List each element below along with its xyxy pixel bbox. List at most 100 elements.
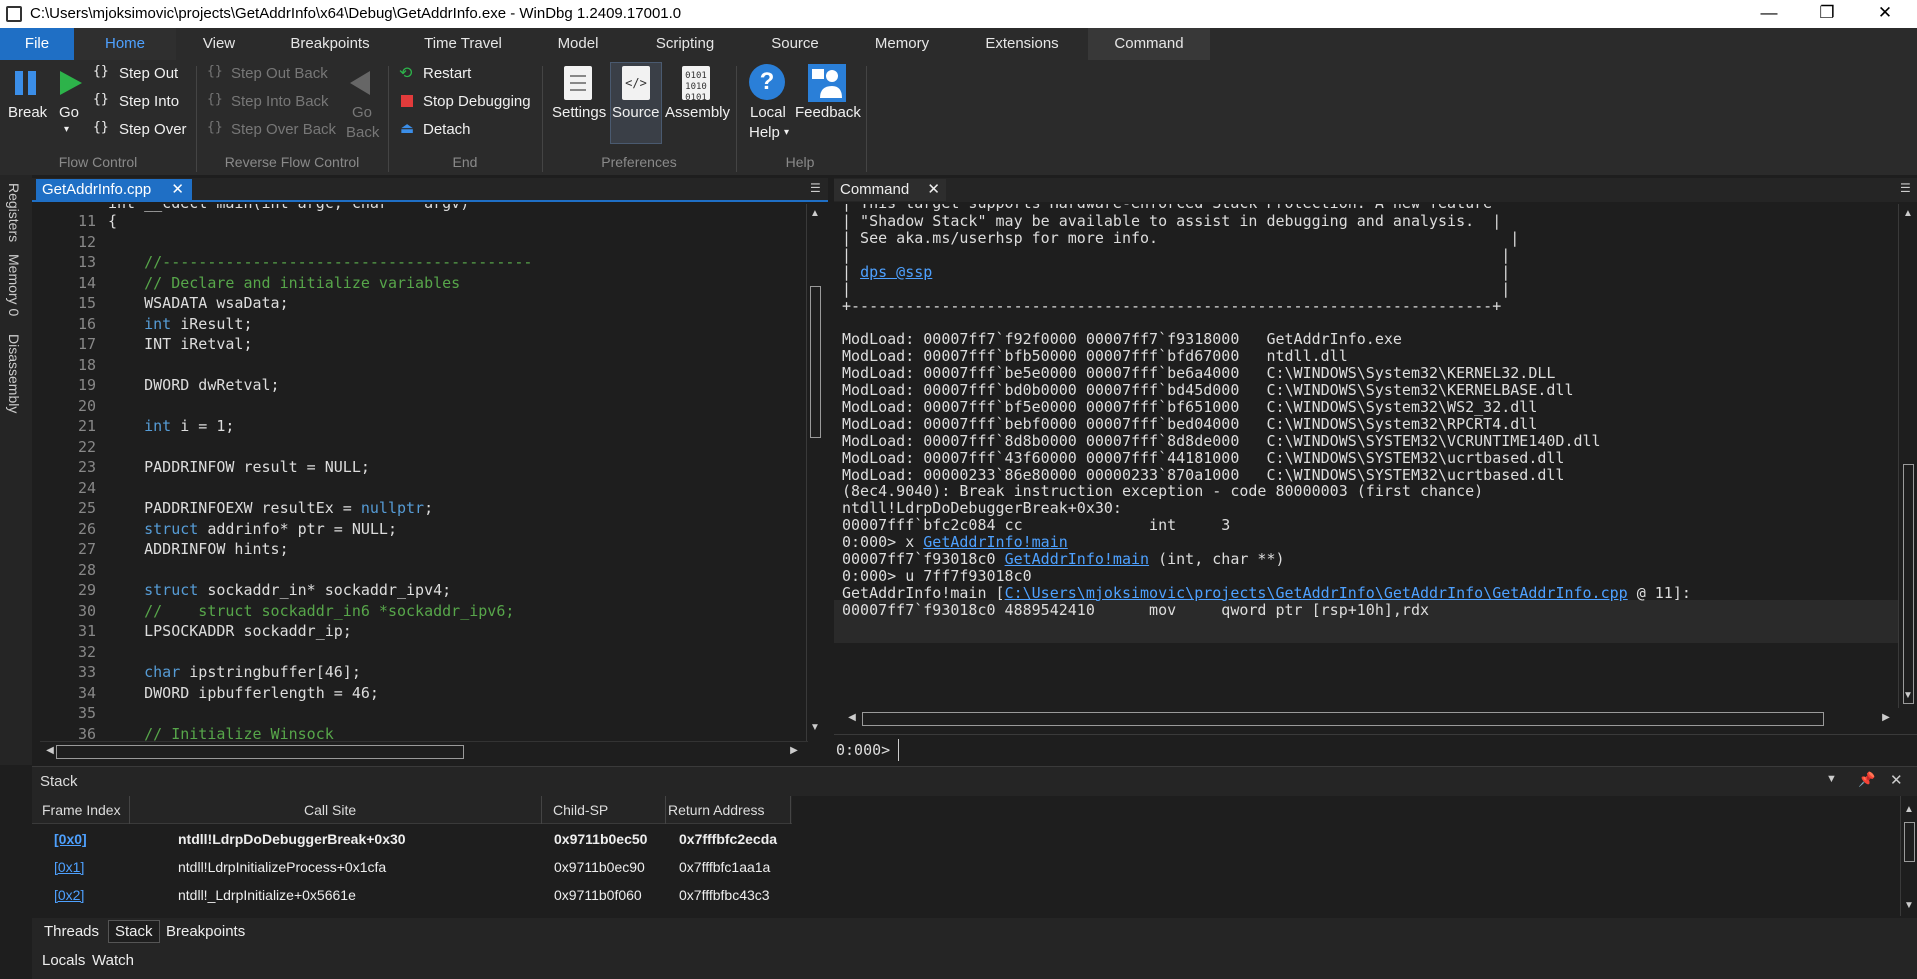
tab-time-travel[interactable]: Time Travel (398, 28, 528, 60)
line-number: 33 (77, 663, 96, 681)
assembly-icon: 0101 1010 0101 (682, 66, 710, 103)
col-call-site[interactable]: Call Site (304, 802, 356, 818)
step-into-back-button[interactable]: Step Into Back (231, 93, 329, 110)
panel-menu-icon[interactable]: ☰ (810, 181, 821, 195)
scroll-thumb[interactable] (1904, 822, 1915, 862)
tab-threads[interactable]: Threads (44, 923, 99, 940)
tab-extensions[interactable]: Extensions (956, 28, 1088, 60)
hscroll-thumb[interactable] (862, 712, 1824, 726)
go-dropdown-icon[interactable]: ▾ (64, 124, 69, 135)
tab-home[interactable]: Home (74, 28, 176, 60)
frame-index-link[interactable]: [0x0] (54, 831, 87, 847)
col-return-address[interactable]: Return Address (668, 802, 765, 818)
local-help-label-2[interactable]: Help (749, 124, 780, 141)
scroll-thumb[interactable] (810, 286, 821, 438)
col-frame-index[interactable]: Frame Index (42, 802, 121, 818)
scroll-right-icon[interactable]: ▶ (786, 745, 802, 756)
break-button[interactable] (12, 68, 40, 98)
settings-button[interactable]: Settings (552, 104, 606, 121)
eject-icon: ⏏ (400, 120, 415, 137)
source-hscroll[interactable]: ◀ ▶ (40, 741, 808, 761)
command-output-line: ModLoad: 00007fff`bfb50000 00007fff`bfd6… (842, 347, 1348, 366)
command-link[interactable]: GetAddrInfo!main (1005, 550, 1150, 568)
command-output[interactable]: | This target supports Hardware-enforced… (834, 204, 1898, 708)
step-out-button[interactable]: Step Out (119, 65, 178, 82)
line-number: 35 (77, 704, 96, 722)
tab-view[interactable]: View (176, 28, 262, 60)
side-tab-disassembly[interactable]: Disassembly (6, 334, 22, 413)
command-input[interactable] (898, 739, 1910, 761)
keyword: nullptr (360, 499, 425, 517)
close-icon[interactable]: ✕ (1890, 771, 1903, 789)
tab-watch[interactable]: Watch (92, 952, 134, 969)
close-icon[interactable]: ✕ (171, 179, 184, 201)
command-tab[interactable]: Command ✕ (834, 179, 946, 201)
command-vscroll[interactable]: ▲ ▼ (1898, 204, 1917, 708)
tab-breakpoints-panel[interactable]: Breakpoints (166, 923, 245, 940)
tab-memory[interactable]: Memory (848, 28, 956, 60)
tab-source[interactable]: Source (742, 28, 848, 60)
scroll-up-icon[interactable]: ▲ (807, 208, 823, 219)
close-icon[interactable]: ✕ (927, 179, 940, 201)
pin-icon[interactable]: 📌 (1858, 771, 1875, 788)
line-number: 19 (77, 376, 96, 394)
scroll-up-icon[interactable]: ▲ (1900, 208, 1916, 219)
side-tab-registers[interactable]: Registers (6, 183, 22, 242)
step-into-icon: {} (93, 92, 109, 107)
maximize-button[interactable]: ❐ (1804, 0, 1850, 28)
assembly-button[interactable]: Assembly (665, 104, 730, 121)
scroll-down-icon[interactable]: ▼ (1901, 900, 1917, 911)
tab-command[interactable]: Command (1088, 28, 1210, 60)
source-vscroll[interactable]: ▲ ▼ (806, 204, 824, 741)
col-child-sp[interactable]: Child-SP (553, 802, 608, 818)
go-back-icon (348, 68, 374, 98)
stop-debugging-button[interactable]: Stop Debugging (423, 93, 531, 110)
go-label[interactable]: Go (59, 104, 79, 121)
stack-vscroll[interactable]: ▲ ▼ (1900, 796, 1917, 916)
command-hscroll[interactable]: ◀ ▶ (842, 709, 1898, 729)
chevron-down-icon[interactable]: ▼ (1826, 773, 1837, 785)
command-link[interactable]: dps @ssp (860, 263, 932, 281)
source-file-tab[interactable]: GetAddrInfo.cpp ✕ (36, 179, 192, 201)
tab-locals[interactable]: Locals (42, 952, 85, 969)
source-button[interactable]: Source (612, 104, 660, 121)
go-button[interactable] (56, 68, 84, 98)
tab-breakpoints[interactable]: Breakpoints (262, 28, 398, 60)
step-over-back-button[interactable]: Step Over Back (231, 121, 336, 138)
line-number: 20 (77, 396, 96, 415)
scroll-left-icon[interactable]: ◀ (844, 712, 860, 723)
scroll-down-icon[interactable]: ▼ (1900, 690, 1916, 701)
scroll-right-icon[interactable]: ▶ (1878, 712, 1894, 723)
frame-index-link[interactable]: [0x2] (54, 887, 84, 903)
go-back-label-2[interactable]: Back (346, 124, 379, 141)
side-tab-memory0[interactable]: Memory 0 (6, 254, 22, 316)
minimize-button[interactable]: — (1746, 0, 1792, 28)
command-output-line: | dps @ssp | (842, 262, 1511, 281)
hscroll-thumb[interactable] (56, 745, 464, 759)
panel-menu-icon[interactable]: ☰ (1900, 181, 1911, 195)
scroll-up-icon[interactable]: ▲ (1901, 804, 1917, 815)
close-button[interactable]: ✕ (1862, 0, 1908, 28)
tab-scripting[interactable]: Scripting (628, 28, 742, 60)
local-help-dropdown-icon[interactable]: ▾ (784, 127, 789, 138)
tab-stack[interactable]: Stack (108, 920, 160, 943)
step-out-back-button[interactable]: Step Out Back (231, 65, 328, 82)
detach-button[interactable]: Detach (423, 121, 471, 138)
source-editor[interactable]: int __cdecl main(int argc, char ** argv)… (32, 204, 822, 741)
restart-button[interactable]: Restart (423, 65, 471, 82)
command-link[interactable]: C:\Users\mjoksimovic\projects\GetAddrInf… (1005, 584, 1628, 602)
scroll-thumb[interactable] (1903, 464, 1914, 704)
step-over-button[interactable]: Step Over (119, 121, 187, 138)
scroll-down-icon[interactable]: ▼ (807, 722, 823, 733)
step-into-button[interactable]: Step Into (119, 93, 179, 110)
tab-file[interactable]: File (0, 28, 74, 60)
go-back-label-1[interactable]: Go (352, 104, 372, 121)
command-link[interactable]: GetAddrInfo!main (923, 533, 1068, 551)
frame-index-link[interactable]: [0x1] (54, 859, 84, 875)
feedback-button[interactable]: Feedback (795, 104, 861, 121)
command-output-line: ModLoad: 00007fff`bebf0000 00007fff`bed0… (842, 414, 1538, 433)
break-label[interactable]: Break (8, 104, 47, 121)
command-output-line: ModLoad: 00007fff`bd0b0000 00007fff`bd45… (842, 381, 1574, 399)
local-help-label-1[interactable]: Local (750, 104, 786, 121)
tab-model[interactable]: Model (528, 28, 628, 60)
